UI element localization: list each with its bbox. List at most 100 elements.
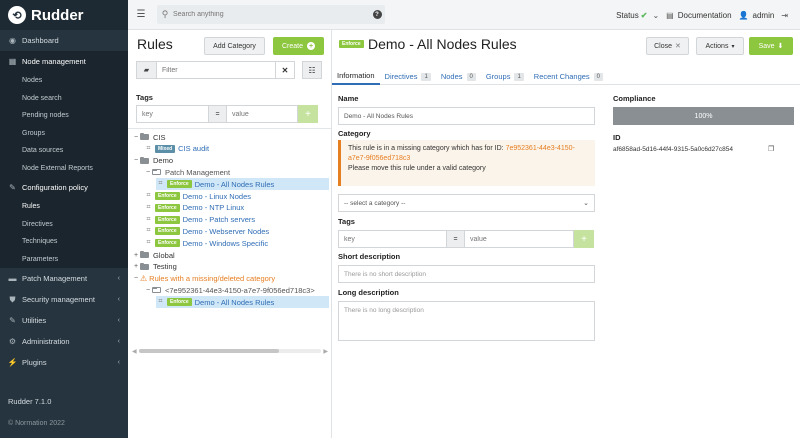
collapse-icon[interactable]: − [132, 134, 140, 141]
documentation-link[interactable]: ▤ Documentation [666, 11, 731, 20]
tree-rule[interactable]: ⌗ Enforce Demo - Patch servers [144, 214, 256, 226]
actions-button[interactable]: Actions ▾ [696, 37, 744, 55]
sidebar-subitem-parameters[interactable]: Parameters [0, 251, 128, 269]
collapse-icon[interactable]: − [144, 169, 152, 176]
tag-value-input[interactable] [464, 230, 574, 248]
help-button[interactable]: ? [369, 5, 385, 24]
policy-mode-badge: Enforce [155, 192, 180, 200]
search-input[interactable] [173, 11, 369, 18]
sitemap-icon: ⌗ [158, 180, 163, 188]
short-description-field[interactable]: There is no short description [338, 265, 595, 283]
actions-label: Actions [705, 42, 729, 50]
scroll-right-icon[interactable]: ▶ [323, 348, 328, 355]
tab-directives[interactable]: Directives 1 [380, 68, 436, 85]
tree-horizontal-scrollbar[interactable]: ◀ ▶ [132, 347, 328, 355]
scroll-left-icon[interactable]: ◀ [132, 348, 137, 355]
user-menu[interactable]: 👤 admin [739, 11, 775, 20]
scroll-track[interactable] [138, 349, 322, 353]
add-tag-button[interactable]: + [298, 105, 318, 123]
tree-rule[interactable]: ⌗ Enforce Demo - All Nodes Rules [156, 178, 329, 191]
collapse-icon[interactable]: − [144, 287, 152, 294]
create-button[interactable]: Create + [273, 37, 324, 55]
tree-category[interactable]: − Patch Management [144, 166, 230, 178]
tree-category[interactable]: − <7e952361-44e3-4150-a7e7-9f056ed718c3> [144, 284, 315, 296]
tag-key-input[interactable] [136, 105, 209, 123]
tab-nodes[interactable]: Nodes 0 [436, 68, 481, 85]
logo[interactable]: ⟲ Rudder [0, 0, 128, 30]
sidebar-subitem-directives[interactable]: Directives [0, 216, 128, 234]
tree-rule[interactable]: ⌗ Enforce Demo - Webserver Nodes [144, 225, 270, 237]
question-icon: ? [372, 10, 382, 19]
collapse-icon[interactable]: − [132, 275, 140, 282]
name-field[interactable]: Demo - All Nodes Rules [338, 107, 595, 125]
tree-rule[interactable]: ⌗ Mixed CIS audit [144, 143, 210, 155]
add-category-button[interactable]: Add Category [204, 37, 265, 55]
tree-category[interactable]: − ⚠ Rules with a missing/deleted category [132, 273, 275, 285]
sidebar-subitem-pending-nodes[interactable]: Pending nodes [0, 107, 128, 125]
tab-information[interactable]: Information [332, 68, 380, 85]
close-button[interactable]: Close ✕ [646, 37, 689, 55]
category-select[interactable]: -- select a category -- ⌄ [338, 194, 595, 212]
sidebar-item-node-management[interactable]: ▦ Node management [0, 51, 128, 72]
tree-label: Testing [153, 262, 177, 272]
detail-tag-editor: = + [338, 230, 594, 248]
long-description-field[interactable]: There is no long description [338, 301, 595, 341]
search-bar: ⚲ ? [157, 5, 385, 24]
tree-category[interactable]: − Demo [132, 155, 173, 167]
expand-icon[interactable]: + [132, 263, 140, 270]
user-icon: 👤 [738, 10, 749, 20]
tree-rule[interactable]: ⌗ Enforce Demo - All Nodes Rules [156, 296, 329, 309]
status-menu[interactable]: Status ✔ ⌄ [616, 11, 659, 20]
documentation-label: Documentation [677, 10, 732, 20]
logout-button[interactable]: ⇥ [781, 11, 792, 20]
sidebar-subitem-rules[interactable]: Rules [0, 198, 128, 216]
clear-filter-icon[interactable]: ✕ [276, 61, 295, 79]
tag-key-input[interactable] [338, 230, 447, 248]
menu-toggle-icon[interactable]: ☰ [128, 9, 154, 20]
node-management-submenu: Nodes Node search Pending nodes Groups D… [0, 72, 128, 177]
tab-groups[interactable]: Groups 1 [481, 68, 529, 85]
sidebar-subitem-techniques[interactable]: Techniques [0, 233, 128, 251]
wrench-icon: ✎ [9, 316, 16, 325]
close-icon: ✕ [675, 43, 681, 50]
tree-rule[interactable]: ⌗ Enforce Demo - NTP Linux [144, 202, 245, 214]
tree-rule[interactable]: ⌗ Enforce Demo - Windows Specific [144, 237, 269, 249]
tab-recent-changes[interactable]: Recent Changes 0 [529, 68, 608, 85]
sidebar-subitem-data-sources[interactable]: Data sources [0, 142, 128, 160]
tree-label: Patch Management [165, 167, 231, 177]
sidebar-item-plugins[interactable]: ⚡ Plugins ‹ [0, 352, 128, 373]
short-description-label: Short description [338, 252, 401, 261]
dashboard-icon: ◉ [9, 36, 16, 45]
folder-icon[interactable]: ▰ [136, 61, 157, 79]
sidebar-subitem-node-external-reports[interactable]: Node External Reports [0, 160, 128, 178]
sidebar-item-configuration-policy[interactable]: ✎ Configuration policy [0, 177, 128, 198]
filter-input[interactable] [157, 61, 276, 79]
filter-options-icon[interactable]: ☷ [302, 61, 322, 79]
sidebar-subitem-nodes[interactable]: Nodes [0, 72, 128, 90]
policy-mode-badge: Enforce [155, 239, 180, 248]
tree-category[interactable]: − CIS [132, 131, 166, 143]
rule-id-value: af6858ad-5d16-44f4-9315-5a0c6d27c854 [613, 146, 733, 153]
tag-value-input[interactable] [226, 105, 298, 123]
collapse-icon[interactable]: − [132, 157, 140, 164]
tree-category[interactable]: + Global [132, 249, 175, 261]
tree-category[interactable]: + Testing [132, 261, 177, 273]
sidebar-item-utilities[interactable]: ✎ Utilities ‹ [0, 310, 128, 331]
sidebar-subitem-node-search[interactable]: Node search [0, 90, 128, 108]
clipboard-icon[interactable]: ❐ [768, 145, 774, 153]
sidebar-item-dashboard[interactable]: ◉ Dashboard [0, 30, 128, 51]
scroll-thumb[interactable] [138, 349, 279, 353]
alert-text: This rule is in a missing category which… [348, 145, 506, 152]
rule-detail-panel: Enforce Demo - All Nodes Rules Close ✕ A… [332, 30, 800, 438]
save-button[interactable]: Save ⬇ [749, 37, 793, 55]
tree-rule[interactable]: ⌗ Enforce Demo - Linux Nodes [144, 190, 251, 202]
wrench-icon: ✎ [9, 183, 16, 192]
sidebar-subitem-groups[interactable]: Groups [0, 125, 128, 143]
compliance-bar[interactable]: 100% [613, 107, 794, 125]
sidebar-item-patch-management[interactable]: ▬ Patch Management ‹ [0, 268, 128, 289]
detail-tabs: Information Directives 1 Nodes 0 Groups 1 R… [332, 68, 800, 85]
sidebar-item-security-management[interactable]: ⛊ Security management ‹ [0, 289, 128, 310]
sidebar-item-administration[interactable]: ⚙ Administration ‹ [0, 331, 128, 352]
expand-icon[interactable]: + [132, 252, 140, 259]
add-tag-button[interactable]: + [574, 230, 594, 248]
